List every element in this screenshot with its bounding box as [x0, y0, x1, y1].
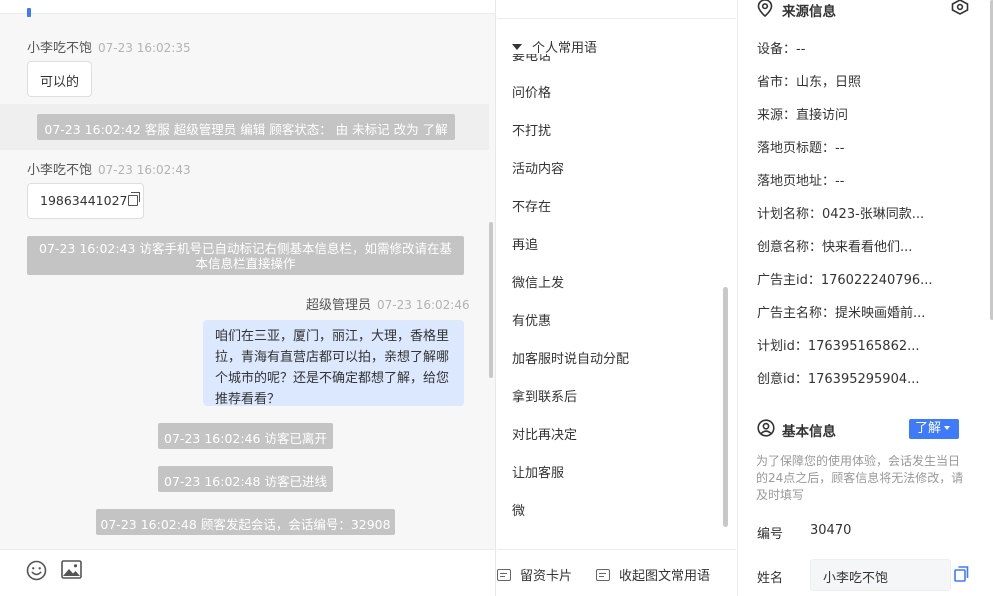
phrase-item[interactable]: 有优惠 — [512, 310, 551, 329]
edit-deadline-note: 为了保障您的使用体验，会话发生当日的24点之后，顾客信息将无法修改，请及时填写 — [756, 454, 964, 502]
phrase-item[interactable]: 对比再决定 — [512, 424, 577, 443]
chat-top-strip — [0, 0, 495, 17]
copy-icon[interactable] — [954, 566, 969, 586]
message-meta: 超级管理员 07-23 16:02:46 — [306, 294, 470, 313]
info-row-advertiser-id: 广告主id：176022240796... — [757, 273, 933, 288]
phrase-item-partial[interactable]: 要电话 — [512, 54, 572, 62]
info-row-creative-name: 创意名称：快来看看他们... — [757, 240, 913, 255]
system-notice: 07-23 16:02:42 客服 超级管理员 编辑 顾客状态： 由 未标记 改… — [37, 114, 455, 140]
customer-info-panel: 来源信息 设备：-- 省市：山东，日照 来源：直接访问 落地页标题：-- 落地页… — [737, 0, 993, 596]
collapse-phrases-button[interactable]: 收起图文常用语 — [596, 565, 710, 584]
basic-info-title: 基本信息 — [782, 424, 836, 440]
message-time: 07-23 16:02:46 — [377, 298, 470, 312]
lead-card-button[interactable]: 留资卡片 — [497, 565, 572, 584]
phrase-item[interactable]: 加客服时说自动分配 — [512, 348, 629, 367]
customer-message-bubble: 可以的 — [27, 61, 92, 97]
system-notice: 07-23 16:02:48 顾客发起会话，会话编号：32908 — [96, 509, 395, 535]
message-meta: 小李吃不饱 07-23 16:02:35 — [27, 37, 191, 56]
location-pin-icon — [757, 0, 773, 21]
customer-status-dropdown[interactable]: 了解 — [909, 419, 959, 439]
message-text: 19863441027 — [40, 193, 128, 208]
message-time: 07-23 16:02:43 — [98, 163, 191, 177]
info-row-advertiser-name: 广告主名称：提米映画婚前... — [757, 306, 926, 321]
eye-icon[interactable] — [951, 0, 969, 19]
phrase-item[interactable]: 微 — [512, 500, 525, 519]
phrase-item[interactable]: 不存在 — [512, 196, 551, 215]
phrase-item[interactable]: 拿到联系后 — [512, 386, 577, 405]
chat-input-toolbar — [0, 549, 495, 596]
phrase-item[interactable]: 不打扰 — [512, 120, 551, 139]
sender-name: 小李吃不饱 — [27, 41, 93, 56]
phrase-item[interactable]: 问价格 — [512, 82, 551, 101]
smile-icon[interactable] — [26, 560, 47, 585]
chat-scrollbar[interactable] — [489, 222, 493, 378]
sender-name: 超级管理员 — [306, 298, 372, 313]
name-label: 姓名 — [757, 571, 784, 586]
phrase-item[interactable]: 再追 — [512, 234, 538, 253]
info-row-plan-name: 计划名称：0423-张琳同款... — [757, 207, 925, 222]
agent-message-bubble: 咱们在三亚，厦门，丽江，大理，香格里拉，青海有直营店都可以拍，亲想了解哪个城市的… — [203, 320, 464, 407]
card-icon — [497, 569, 511, 581]
info-row-creative-id: 创意id：176395295904... — [757, 372, 920, 387]
info-row-source: 来源：直接访问 — [757, 108, 849, 123]
id-value: 30470 — [810, 523, 852, 538]
caret-down-icon — [512, 44, 522, 50]
copy-icon[interactable] — [128, 192, 141, 206]
customer-status-value: 了解 — [915, 421, 942, 436]
info-row-landing-url: 落地页地址：-- — [757, 174, 845, 189]
phrase-item[interactable]: 微信上发 — [512, 272, 564, 291]
caret-down-icon — [944, 426, 951, 430]
info-row-plan-id: 计划id：176395165862... — [757, 339, 920, 354]
system-notice: 07-23 16:02:46 访客已离开 — [158, 423, 333, 449]
phrase-item-label: 要电话 — [512, 54, 552, 62]
image-icon[interactable] — [61, 560, 82, 583]
sender-name: 小李吃不饱 — [27, 163, 93, 178]
divider — [497, 18, 736, 19]
info-row-landing-title: 落地页标题：-- — [757, 141, 845, 156]
info-row-city: 省市：山东，日照 — [757, 75, 862, 90]
phrase-item[interactable]: 让加客服 — [512, 462, 564, 481]
lead-card-label: 留资卡片 — [520, 569, 573, 584]
scroll-marker — [27, 8, 31, 17]
collapse-icon — [596, 569, 610, 581]
phrase-item[interactable]: 活动内容 — [512, 158, 564, 177]
info-row-device: 设备：-- — [757, 42, 806, 57]
customer-message-bubble: 19863441027 — [27, 183, 144, 219]
message-meta: 小李吃不饱 07-23 16:02:43 — [27, 159, 191, 178]
system-notice: 07-23 16:02:43 访客手机号已自动标记右侧基本信息栏，如需修改请在基… — [27, 236, 464, 275]
collapse-phrases-label: 收起图文常用语 — [619, 569, 711, 584]
id-label: 编号 — [757, 527, 784, 542]
message-time: 07-23 16:02:35 — [98, 41, 191, 55]
name-input[interactable]: 小李吃不饱 — [810, 559, 951, 591]
user-circle-icon — [757, 419, 775, 441]
chat-panel: 小李吃不饱 07-23 16:02:35 可以的 07-23 16:02:42 客… — [0, 0, 496, 596]
phrases-scrollbar[interactable] — [723, 287, 728, 527]
source-info-title: 来源信息 — [782, 4, 836, 20]
phrases-panel: 个人常用语 要电话 问价格 不打扰 活动内容 不存在 再追 微信上发 有优惠 加… — [497, 0, 736, 596]
system-notice: 07-23 16:02:48 访客已进线 — [158, 466, 333, 492]
